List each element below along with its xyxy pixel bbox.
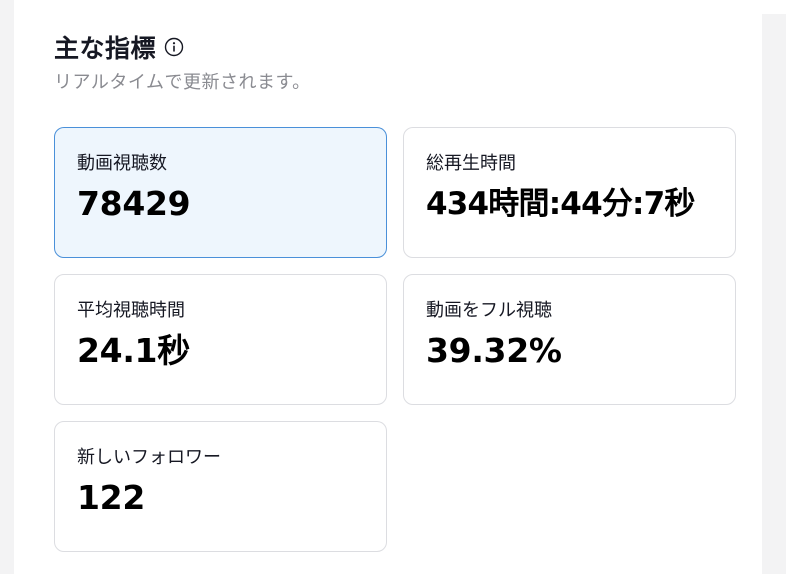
key-metrics-panel: 主な指標 リアルタイムで更新されます。 動画視聴数 78429 総再生時間 43… <box>14 0 762 574</box>
metric-value: 24.1秒 <box>77 331 190 370</box>
metric-card-new-followers[interactable]: 新しいフォロワー 122 <box>54 421 387 552</box>
metric-value: 122 <box>77 478 145 517</box>
metric-card-video-views[interactable]: 動画視聴数 78429 <box>54 127 387 258</box>
metrics-grid: 動画視聴数 78429 総再生時間 434時間:44分:7秒 平均視聴時間 24… <box>54 127 736 552</box>
panel-subtitle: リアルタイムで更新されます。 <box>54 72 311 93</box>
panel-header: 主な指標 リアルタイムで更新されます。 <box>54 30 311 94</box>
metric-card-average-watch-time[interactable]: 平均視聴時間 24.1秒 <box>54 274 387 405</box>
metric-value: 39.32% <box>426 331 562 370</box>
page: 主な指標 リアルタイムで更新されます。 動画視聴数 78429 総再生時間 43… <box>0 0 786 574</box>
metric-card-total-play-time[interactable]: 総再生時間 434時間:44分:7秒 <box>403 127 736 258</box>
metric-value: 434時間:44分:7秒 <box>426 186 695 222</box>
left-background-edge <box>0 0 14 574</box>
metric-card-full-video-watched[interactable]: 動画をフル視聴 39.32% <box>403 274 736 405</box>
panel-title: 主な指標 <box>54 34 157 63</box>
right-scroll-gutter <box>762 14 786 574</box>
metric-label: 新しいフォロワー <box>77 447 221 468</box>
info-icon[interactable] <box>164 37 184 57</box>
metric-label: 動画視聴数 <box>77 153 167 174</box>
title-row: 主な指標 <box>54 30 311 64</box>
metric-label: 動画をフル視聴 <box>426 300 552 321</box>
metric-label: 平均視聴時間 <box>77 300 185 321</box>
metric-value: 78429 <box>77 184 191 223</box>
metric-label: 総再生時間 <box>426 153 516 174</box>
